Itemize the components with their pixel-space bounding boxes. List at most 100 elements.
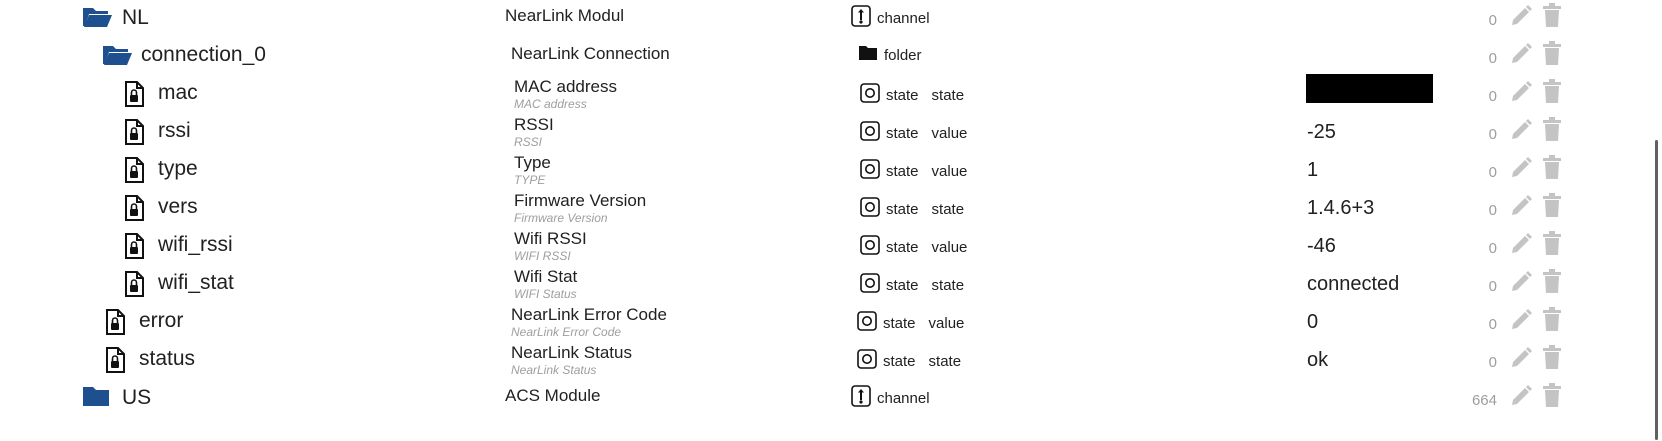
tree-row-type[interactable]: type Type TYPE state value 1 0 <box>0 152 1662 192</box>
delete-trash-icon[interactable] <box>1543 383 1561 412</box>
tree-row-error[interactable]: error NearLink Error Code NearLink Error C… <box>0 304 1662 344</box>
object-name-translation: NearLink Status <box>511 363 597 377</box>
object-name-translation: WIFI RSSI <box>514 249 571 263</box>
tree-row-rssi[interactable]: rssi RSSI RSSI state value -25 0 <box>0 114 1662 154</box>
delete-trash-icon[interactable] <box>1543 117 1561 146</box>
type-label: channel <box>877 389 930 407</box>
delete-trash-icon[interactable] <box>1543 345 1561 374</box>
file-lock-icon[interactable] <box>105 347 125 378</box>
delete-trash-icon[interactable] <box>1543 41 1561 70</box>
role-label: state <box>931 276 965 294</box>
object-name: Wifi RSSI <box>514 229 587 248</box>
role-label: state <box>928 352 962 370</box>
state-value[interactable]: connected <box>1307 272 1399 296</box>
file-lock-icon[interactable] <box>124 81 144 112</box>
type-label: state <box>886 162 919 180</box>
tree-row-status[interactable]: status NearLink Status NearLink Status stat… <box>0 342 1662 382</box>
object-id: wifi_rssi <box>158 233 233 256</box>
role-label: value <box>928 314 965 332</box>
tree-row-vers[interactable]: vers Firmware Version Firmware Version stat… <box>0 190 1662 230</box>
object-id: type <box>158 157 198 180</box>
edit-pencil-icon[interactable] <box>1510 195 1532 222</box>
object-type: state value <box>860 159 967 183</box>
type-label: state <box>886 238 919 256</box>
child-count: 0 <box>1488 278 1497 295</box>
edit-pencil-icon[interactable] <box>1510 157 1532 184</box>
state-value[interactable]: 1 <box>1307 158 1318 182</box>
object-name: Wifi Stat <box>514 267 578 286</box>
edit-pencil-icon[interactable] <box>1510 271 1532 298</box>
edit-pencil-icon[interactable] <box>1510 233 1532 260</box>
role-label: value <box>931 162 968 180</box>
folder-closed-icon[interactable] <box>82 385 110 412</box>
object-type: state state <box>860 83 964 107</box>
scrollbar[interactable] <box>1655 140 1658 440</box>
file-lock-icon[interactable] <box>124 271 144 302</box>
state-value[interactable]: -25 <box>1307 120 1336 144</box>
object-id: rssi <box>158 119 191 142</box>
folder-open-icon[interactable] <box>82 5 112 34</box>
object-type: folder <box>858 45 922 65</box>
object-id: vers <box>158 195 198 218</box>
edit-pencil-icon[interactable] <box>1510 309 1532 336</box>
child-count: 0 <box>1488 88 1497 105</box>
delete-trash-icon[interactable] <box>1543 79 1561 108</box>
state-icon <box>860 121 880 145</box>
object-type: state value <box>860 121 967 145</box>
state-icon <box>857 349 877 373</box>
object-type: state value <box>860 235 967 259</box>
delete-trash-icon[interactable] <box>1543 269 1561 298</box>
object-type: channel <box>851 5 930 31</box>
type-label: folder <box>884 46 922 64</box>
type-label: state <box>886 276 919 294</box>
edit-pencil-icon[interactable] <box>1510 347 1532 374</box>
edit-pencil-icon[interactable] <box>1510 119 1532 146</box>
object-name: RSSI <box>514 115 554 134</box>
delete-trash-icon[interactable] <box>1543 155 1561 184</box>
delete-trash-icon[interactable] <box>1543 307 1561 336</box>
child-count: 0 <box>1488 164 1497 181</box>
object-name-translation: RSSI <box>514 135 543 149</box>
tree-row-wifi_rssi[interactable]: wifi_rssi Wifi RSSI WIFI RSSI state value -46… <box>0 228 1662 268</box>
tree-row-us[interactable]: US ACS Module channel 664 <box>0 380 1662 420</box>
tree-row-mac[interactable]: mac MAC address MAC address state state 0 <box>0 74 1662 116</box>
state-icon <box>860 273 880 297</box>
object-name: NearLink Modul <box>505 6 625 25</box>
object-name: Firmware Version <box>514 191 647 210</box>
file-lock-icon[interactable] <box>124 157 144 188</box>
tree-row-wifi_stat[interactable]: wifi_stat Wifi Stat WIFI Status state state c… <box>0 266 1662 306</box>
object-type: state state <box>857 349 961 373</box>
edit-pencil-icon[interactable] <box>1510 81 1532 108</box>
edit-pencil-icon[interactable] <box>1510 43 1532 70</box>
object-type: state state <box>860 197 964 221</box>
object-type: state value <box>857 311 964 335</box>
edit-pencil-icon[interactable] <box>1510 385 1532 412</box>
file-lock-icon[interactable] <box>105 309 125 340</box>
child-count: 0 <box>1488 354 1497 371</box>
file-lock-icon[interactable] <box>124 233 144 264</box>
delete-trash-icon[interactable] <box>1543 193 1561 222</box>
tree-row-connection_0[interactable]: connection_0 NearLink Connection folder 0 <box>0 38 1662 78</box>
type-label: state <box>886 200 919 218</box>
file-lock-icon[interactable] <box>124 195 144 226</box>
object-name-translation: MAC address <box>514 97 587 111</box>
type-label: state <box>886 124 919 142</box>
file-lock-icon[interactable] <box>124 119 144 150</box>
object-name-translation: TYPE <box>514 173 546 187</box>
delete-trash-icon[interactable] <box>1543 231 1561 260</box>
edit-pencil-icon[interactable] <box>1510 5 1532 32</box>
tree-row-nl[interactable]: NL NearLink Modul channel 0 <box>0 0 1662 40</box>
state-value[interactable]: ok <box>1307 348 1328 372</box>
folder-open-icon[interactable] <box>102 43 132 72</box>
delete-trash-icon[interactable] <box>1543 3 1561 32</box>
channel-icon <box>851 5 871 31</box>
object-type: state state <box>860 273 964 297</box>
object-id: NL <box>122 6 149 29</box>
object-id: US <box>122 386 152 409</box>
state-value[interactable]: 0 <box>1307 310 1318 334</box>
state-value[interactable]: -46 <box>1307 234 1336 258</box>
type-label: state <box>886 86 919 104</box>
role-label: state <box>931 86 965 104</box>
folder-icon <box>858 45 878 65</box>
state-value[interactable]: 1.4.6+3 <box>1307 196 1374 220</box>
